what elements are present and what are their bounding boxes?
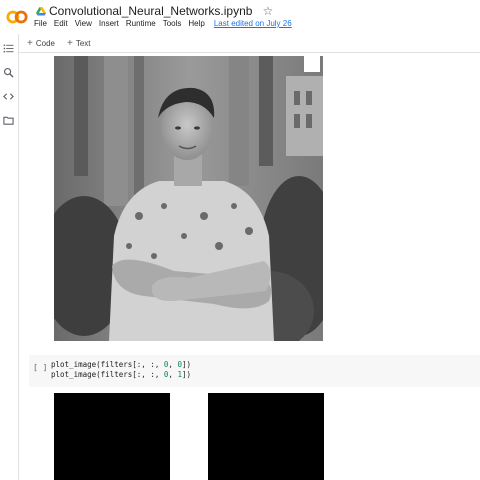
code-text: ]) <box>181 360 191 369</box>
last-edited-link[interactable]: Last edited on July 26 <box>214 19 292 28</box>
output-image-filter-2 <box>208 393 324 480</box>
menu-edit[interactable]: Edit <box>54 19 68 28</box>
notebook-title[interactable]: Convolutional_Neural_Networks.ipynb <box>49 4 252 18</box>
output-image-grayscale-photo <box>54 56 323 341</box>
code-snippets-icon[interactable] <box>3 91 14 102</box>
star-icon[interactable]: ☆ <box>262 4 273 18</box>
code-text: plot_image(filters[:, :, <box>51 370 164 379</box>
table-of-contents-icon[interactable] <box>3 43 14 54</box>
run-cell-button[interactable]: [ ] <box>33 363 47 372</box>
menu-insert[interactable]: Insert <box>99 19 119 28</box>
add-text-button[interactable]: + Text <box>67 38 91 49</box>
code-text: plot_image(filters[:, :, <box>51 360 164 369</box>
output-image-filter-1 <box>54 393 170 480</box>
menu-help[interactable]: Help <box>188 19 204 28</box>
plus-icon: + <box>27 37 33 49</box>
doc-title-row: Convolutional_Neural_Networks.ipynb ☆ <box>36 3 273 19</box>
left-rail <box>0 34 19 480</box>
colab-logo[interactable] <box>6 6 28 28</box>
code-cell[interactable]: [ ] plot_image(filters[:, :, 0, 0]) plot_… <box>29 355 480 387</box>
code-line: plot_image(filters[:, :, 0, 0]) <box>51 360 191 370</box>
code-editor[interactable]: plot_image(filters[:, :, 0, 0]) plot_imag… <box>51 360 191 380</box>
code-line: plot_image(filters[:, :, 0, 1]) <box>51 370 191 380</box>
output-scroll-icon[interactable] <box>304 56 320 72</box>
add-text-label: Text <box>75 38 91 48</box>
plus-icon: + <box>66 37 73 49</box>
files-icon[interactable] <box>3 115 14 126</box>
menu-bar: File Edit View Insert Runtime Tools Help… <box>34 19 299 28</box>
search-icon[interactable] <box>3 67 14 78</box>
code-text: ]) <box>181 370 191 379</box>
app-header: Convolutional_Neural_Networks.ipynb ☆ Fi… <box>0 0 480 34</box>
drive-icon <box>36 6 46 15</box>
add-code-label: Code <box>35 38 55 48</box>
menu-runtime[interactable]: Runtime <box>126 19 156 28</box>
menu-file[interactable]: File <box>34 19 47 28</box>
menu-view[interactable]: View <box>75 19 92 28</box>
notebook-toolbar: + Code + Text <box>19 34 480 53</box>
menu-tools[interactable]: Tools <box>163 19 182 28</box>
add-code-button[interactable]: + Code <box>27 38 55 49</box>
notebook-content: [ ] plot_image(filters[:, :, 0, 0]) plot_… <box>19 53 480 480</box>
